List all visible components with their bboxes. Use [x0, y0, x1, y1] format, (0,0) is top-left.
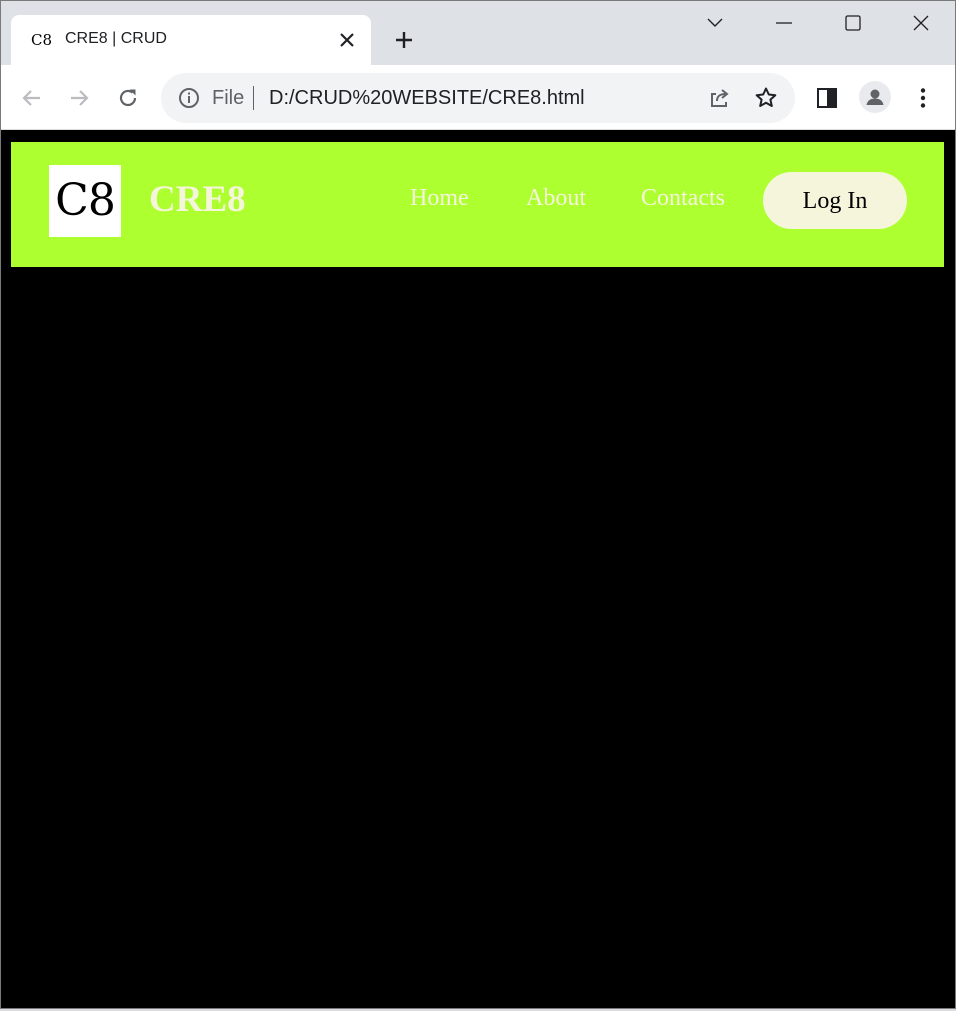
back-arrow-icon[interactable] — [19, 85, 45, 111]
share-icon[interactable] — [706, 85, 732, 111]
nav-link-contacts[interactable]: Contacts — [641, 185, 725, 212]
star-icon[interactable] — [753, 85, 779, 111]
kebab-menu-icon[interactable] — [910, 85, 936, 111]
nav-link-about[interactable]: About — [526, 185, 586, 212]
browser-window: C8 CRE8 | CRUD File D:/CRUD%20WEBSITE/CR… — [0, 0, 956, 1009]
close-icon[interactable] — [909, 11, 933, 35]
tab-title: CRE8 | CRUD — [65, 30, 167, 47]
site-logo[interactable]: C8 — [49, 165, 121, 237]
address-url[interactable]: D:/CRUD%20WEBSITE/CRE8.html — [269, 87, 585, 110]
page-viewport: C8 CRE8 Home About Contacts Log In — [1, 130, 955, 1008]
chevron-down-icon[interactable] — [703, 11, 727, 35]
reload-icon[interactable] — [115, 85, 141, 111]
login-button[interactable]: Log In — [763, 172, 907, 229]
browser-toolbar: File D:/CRUD%20WEBSITE/CRE8.html — [1, 65, 955, 130]
address-divider — [253, 86, 254, 110]
side-panel-icon[interactable] — [814, 85, 840, 111]
address-bar[interactable]: File D:/CRUD%20WEBSITE/CRE8.html — [161, 73, 795, 123]
brand-name: CRE8 — [149, 179, 246, 220]
tab-strip: C8 CRE8 | CRUD — [1, 1, 955, 65]
info-icon[interactable] — [177, 86, 201, 110]
browser-tab[interactable]: C8 CRE8 | CRUD — [11, 15, 371, 65]
tab-close-icon[interactable] — [337, 30, 357, 50]
minimize-icon[interactable] — [772, 11, 796, 35]
site-header: C8 CRE8 Home About Contacts Log In — [11, 142, 944, 267]
forward-arrow-icon[interactable] — [66, 85, 92, 111]
address-scheme-label: File — [212, 87, 245, 109]
maximize-icon[interactable] — [841, 11, 865, 35]
plus-icon[interactable] — [393, 29, 415, 51]
tab-favicon: C8 — [31, 31, 53, 49]
profile-avatar[interactable] — [859, 81, 891, 113]
profile-icon — [866, 89, 884, 105]
nav-link-home[interactable]: Home — [410, 185, 469, 212]
